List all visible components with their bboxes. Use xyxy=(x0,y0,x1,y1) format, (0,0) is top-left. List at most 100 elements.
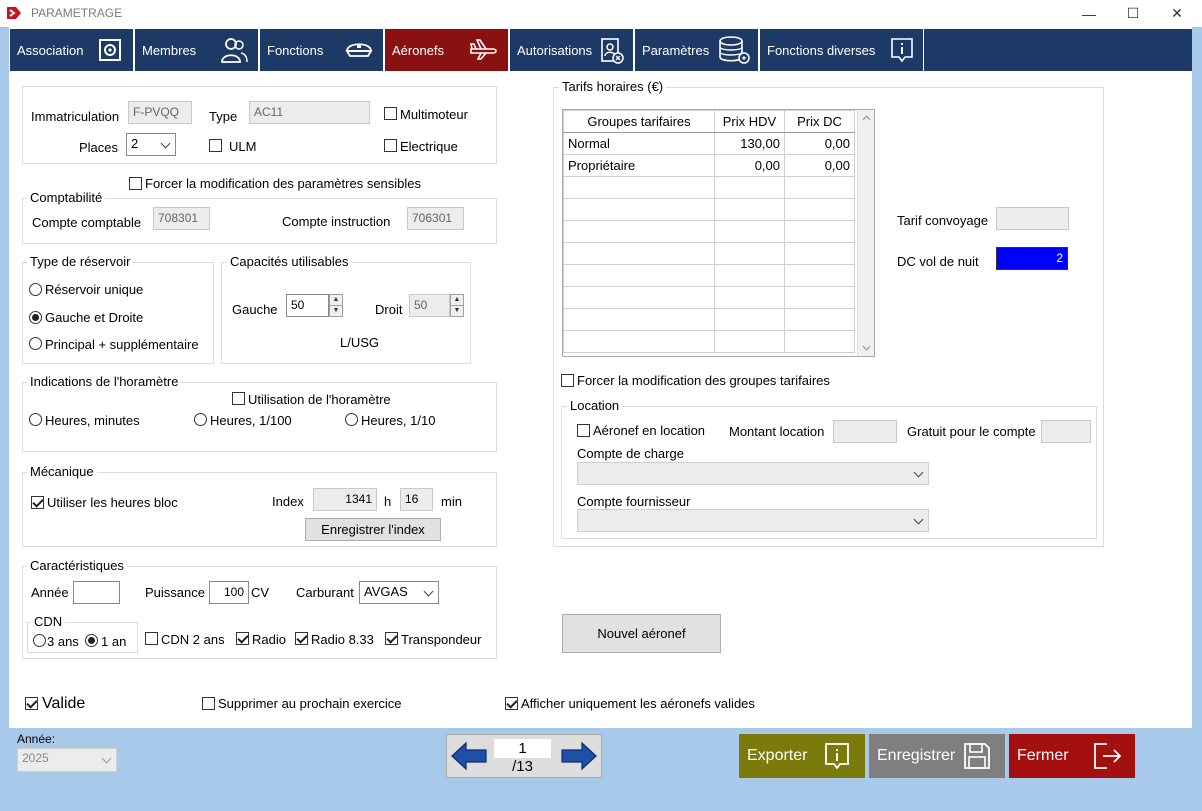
table-cell[interactable] xyxy=(714,220,785,243)
reservoir-unique-radio[interactable] xyxy=(29,283,42,296)
cdn-1-an-radio[interactable] xyxy=(85,634,98,647)
horametre-centiemes-radio[interactable] xyxy=(194,413,207,426)
table-cell[interactable] xyxy=(784,242,855,265)
tab-fonctions-diverses[interactable]: Fonctions diverses xyxy=(760,29,924,71)
supprimer-checkbox[interactable] xyxy=(202,697,215,710)
table-row[interactable]: Normal 130,00 0,00 xyxy=(563,132,855,155)
table-cell[interactable] xyxy=(714,242,785,265)
radio-833-checkbox[interactable] xyxy=(295,632,308,645)
close-button[interactable]: Fermer xyxy=(1009,734,1135,778)
table-cell[interactable]: Propriétaire xyxy=(563,154,715,177)
gauche-spinner[interactable]: ▲ ▼ xyxy=(329,294,343,317)
tarif-convoyage-field[interactable] xyxy=(996,207,1069,230)
table-cell[interactable]: 130,00 xyxy=(714,132,785,155)
tab-membres[interactable]: Membres xyxy=(135,29,259,71)
gratuit-compte-field[interactable] xyxy=(1041,420,1091,443)
compte-comptable-field[interactable]: 708301 xyxy=(153,207,210,230)
tab-association[interactable]: Association xyxy=(10,29,134,71)
table-row[interactable] xyxy=(563,198,855,221)
valide-checkbox[interactable] xyxy=(25,697,38,710)
page-current[interactable]: 1 xyxy=(494,739,551,758)
compte-charge-select[interactable] xyxy=(577,462,929,485)
spin-up-icon[interactable]: ▲ xyxy=(451,295,463,306)
table-row[interactable] xyxy=(563,308,855,331)
places-select[interactable]: 2 xyxy=(126,133,176,156)
table-row[interactable] xyxy=(563,176,855,199)
table-cell[interactable]: Normal xyxy=(563,132,715,155)
table-cell[interactable] xyxy=(563,176,715,199)
table-cell[interactable] xyxy=(714,308,785,331)
multimoteur-checkbox[interactable] xyxy=(384,107,397,120)
table-cell[interactable] xyxy=(784,220,855,243)
tab-fonctions[interactable]: Fonctions xyxy=(260,29,384,71)
montant-location-field[interactable] xyxy=(833,420,897,443)
tab-parametres[interactable]: Paramètres xyxy=(635,29,759,71)
minimize-button[interactable]: — xyxy=(1067,0,1111,27)
table-row[interactable] xyxy=(563,330,855,353)
export-button[interactable]: Exporter xyxy=(739,734,865,778)
column-header[interactable]: Groupes tarifaires xyxy=(563,110,715,133)
reservoir-principal-radio[interactable] xyxy=(29,337,42,350)
new-aircraft-button[interactable]: Nouvel aéronef xyxy=(562,614,721,653)
table-cell[interactable]: 0,00 xyxy=(714,154,785,177)
index-hours-field[interactable]: 1341 xyxy=(313,488,377,511)
spin-down-icon[interactable]: ▼ xyxy=(330,306,342,317)
tab-aeronefs[interactable]: Aéronefs xyxy=(385,29,509,71)
horametre-dixiemes-radio[interactable] xyxy=(345,413,358,426)
table-row[interactable] xyxy=(563,220,855,243)
column-header[interactable]: Prix HDV xyxy=(714,110,785,133)
gauche-input[interactable]: 50 xyxy=(286,294,329,317)
table-row[interactable] xyxy=(563,264,855,287)
table-cell[interactable] xyxy=(563,198,715,221)
radio-checkbox[interactable] xyxy=(236,632,249,645)
arrow-right-icon[interactable] xyxy=(559,738,599,774)
arrow-left-icon[interactable] xyxy=(449,738,489,774)
table-cell[interactable] xyxy=(714,198,785,221)
save-button[interactable]: Enregistrer xyxy=(869,734,1005,778)
force-sensitive-checkbox[interactable] xyxy=(129,177,142,190)
force-groups-checkbox[interactable] xyxy=(561,374,574,387)
heures-bloc-checkbox[interactable] xyxy=(31,496,44,509)
table-cell[interactable] xyxy=(563,242,715,265)
tarifs-table[interactable]: Groupes tarifaires Prix HDV Prix DC Norm… xyxy=(562,109,875,357)
footer-annee-select[interactable]: 2025 xyxy=(17,748,117,772)
spin-down-icon[interactable]: ▼ xyxy=(451,306,463,317)
dc-vol-nuit-field[interactable]: 2 xyxy=(996,247,1068,270)
immatriculation-field[interactable]: F-PVQQ xyxy=(128,101,192,124)
type-field[interactable]: AC11 xyxy=(249,101,370,124)
compte-fournisseur-select[interactable] xyxy=(577,509,929,532)
table-row[interactable] xyxy=(563,286,855,309)
table-cell[interactable]: 0,00 xyxy=(784,132,855,155)
table-cell[interactable]: 0,00 xyxy=(784,154,855,177)
index-minutes-field[interactable]: 16 xyxy=(400,488,433,511)
horametre-minutes-radio[interactable] xyxy=(29,413,42,426)
close-window-button[interactable]: ✕ xyxy=(1155,0,1199,27)
carburant-select[interactable]: AVGAS xyxy=(359,581,439,604)
droit-spinner[interactable]: ▲ ▼ xyxy=(450,294,464,317)
table-cell[interactable] xyxy=(784,198,855,221)
compte-instruction-field[interactable]: 706301 xyxy=(407,207,464,230)
save-index-button[interactable]: Enregistrer l'index xyxy=(305,518,441,541)
table-scrollbar[interactable] xyxy=(857,110,874,356)
puissance-input[interactable]: 100 xyxy=(209,581,249,604)
maximize-button[interactable]: ☐ xyxy=(1111,0,1155,27)
ulm-checkbox[interactable] xyxy=(209,139,222,152)
droit-input[interactable]: 50 xyxy=(409,294,450,317)
table-row[interactable]: Propriétaire 0,00 0,00 xyxy=(563,154,855,177)
table-cell[interactable] xyxy=(714,264,785,287)
tab-autorisations[interactable]: Autorisations xyxy=(510,29,634,71)
table-cell[interactable] xyxy=(784,264,855,287)
table-cell[interactable] xyxy=(563,286,715,309)
reservoir-gauche-droite-radio[interactable] xyxy=(29,311,42,324)
electrique-checkbox[interactable] xyxy=(384,139,397,152)
spin-up-icon[interactable]: ▲ xyxy=(330,295,342,306)
table-cell[interactable] xyxy=(784,330,855,353)
table-cell[interactable] xyxy=(563,330,715,353)
scroll-up-icon[interactable] xyxy=(862,115,871,121)
table-row[interactable] xyxy=(563,242,855,265)
table-cell[interactable] xyxy=(563,264,715,287)
table-cell[interactable] xyxy=(784,286,855,309)
column-header[interactable]: Prix DC xyxy=(784,110,855,133)
table-cell[interactable] xyxy=(784,176,855,199)
transpondeur-checkbox[interactable] xyxy=(385,632,398,645)
